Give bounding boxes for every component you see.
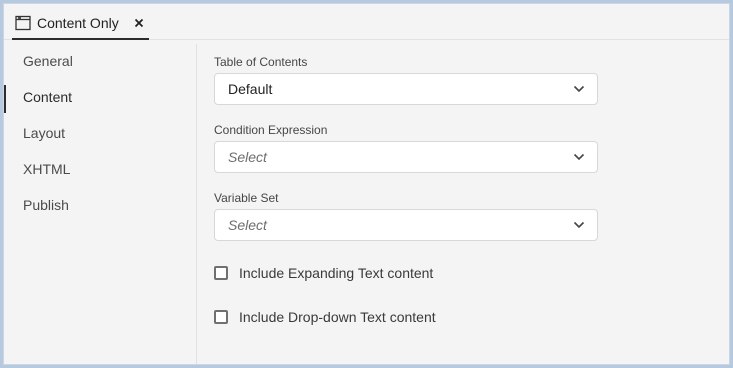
condition-select[interactable]: Select (214, 141, 598, 173)
toc-select[interactable]: Default (214, 73, 598, 105)
tab-title: Content Only (37, 15, 119, 31)
sidebar-item-xhtml[interactable]: XHTML (4, 155, 196, 183)
toc-select-value: Default (228, 81, 273, 97)
condition-label: Condition Expression (214, 123, 328, 137)
chevron-down-icon (573, 85, 585, 93)
toc-label: Table of Contents (214, 55, 308, 69)
include-dropdown-text-label: Include Drop-down Text content (239, 309, 436, 325)
sidebar-item-label: Content (23, 89, 73, 105)
close-icon[interactable] (133, 17, 145, 29)
include-dropdown-text-row[interactable]: Include Drop-down Text content (214, 307, 436, 327)
sidebar-item-label: General (23, 53, 73, 69)
include-dropdown-text-checkbox[interactable] (214, 310, 228, 324)
variable-set-select[interactable]: Select (214, 209, 598, 241)
sidebar-item-label: Layout (23, 125, 66, 141)
include-expanding-text-checkbox[interactable] (214, 266, 228, 280)
sidebar-item-label: Publish (23, 197, 69, 213)
tab-content-only[interactable]: Content Only (12, 8, 149, 40)
sidebar: General Content Layout XHTML Publish (4, 44, 197, 364)
chevron-down-icon (573, 153, 585, 161)
variable-set-select-placeholder: Select (228, 217, 267, 233)
include-expanding-text-row[interactable]: Include Expanding Text content (214, 263, 433, 283)
sidebar-item-general[interactable]: General (4, 47, 196, 75)
sidebar-item-label: XHTML (23, 161, 71, 177)
dialog-frame: Content Only General Content Layout XHTM… (3, 3, 730, 365)
sidebar-item-publish[interactable]: Publish (4, 191, 196, 219)
sidebar-item-layout[interactable]: Layout (4, 119, 196, 147)
tab-bar: Content Only (4, 4, 729, 40)
sidebar-item-content[interactable]: Content (4, 83, 196, 113)
condition-select-placeholder: Select (228, 149, 267, 165)
window-icon (15, 15, 31, 31)
include-expanding-text-label: Include Expanding Text content (239, 265, 434, 281)
chevron-down-icon (573, 221, 585, 229)
variable-set-label: Variable Set (214, 191, 279, 205)
